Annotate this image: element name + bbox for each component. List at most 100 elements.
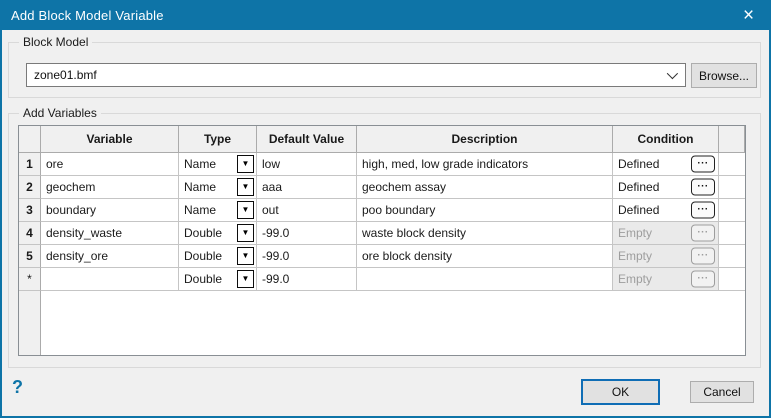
condition-cell: Empty ...	[613, 222, 719, 245]
block-model-label: Block Model	[19, 35, 92, 49]
condition-cell: Defined ...	[613, 199, 719, 222]
block-model-combo-value: zone01.bmf	[27, 68, 97, 82]
dialog-title: Add Block Model Variable	[0, 8, 164, 23]
row-number-cell[interactable]: *	[19, 268, 41, 291]
default-value-cell[interactable]: low	[257, 153, 357, 176]
row-number-cell[interactable]: 1	[19, 153, 41, 176]
type-dropdown-button[interactable]: ▼	[237, 224, 254, 242]
add-variables-label: Add Variables	[19, 106, 101, 120]
column-header-type: Type	[179, 126, 257, 153]
default-value-cell[interactable]: -99.0	[257, 222, 357, 245]
row-number-cell[interactable]: 2	[19, 176, 41, 199]
dropdown-arrow-icon: ▼	[242, 160, 250, 168]
condition-ellipsis-button[interactable]: ...	[691, 156, 715, 173]
condition-ellipsis-button[interactable]: ...	[691, 202, 715, 219]
default-value-cell[interactable]: -99.0	[257, 268, 357, 291]
column-header-condition: Condition	[613, 126, 719, 153]
type-value: Double	[184, 226, 222, 240]
description-cell[interactable]: waste block density	[357, 222, 613, 245]
default-value-cell[interactable]: out	[257, 199, 357, 222]
grid-rows: 1 ore Name ▼ low high, med, low grade in…	[19, 153, 745, 291]
grid-empty-area	[19, 291, 745, 355]
add-block-model-variable-dialog: Add Block Model Variable × Block Model z…	[0, 0, 771, 418]
table-row: 3 boundary Name ▼ out poo boundary Defin…	[19, 199, 745, 222]
description-cell[interactable]: geochem assay	[357, 176, 613, 199]
variable-cell[interactable]: density_waste	[41, 222, 179, 245]
condition-ellipsis-button: ...	[691, 248, 715, 265]
condition-cell: Defined ...	[613, 176, 719, 199]
variable-cell[interactable]: density_ore	[41, 245, 179, 268]
type-cell[interactable]: Double ▼	[179, 245, 257, 268]
description-cell[interactable]: ore block density	[357, 245, 613, 268]
grid-header-row: Variable Type Default Value Description …	[19, 126, 745, 153]
dropdown-arrow-icon: ▼	[242, 275, 250, 283]
condition-cell: Defined ...	[613, 153, 719, 176]
type-dropdown-button[interactable]: ▼	[237, 270, 254, 288]
variable-cell[interactable]: ore	[41, 153, 179, 176]
type-cell[interactable]: Double ▼	[179, 222, 257, 245]
type-cell[interactable]: Double ▼	[179, 268, 257, 291]
row-number-cell[interactable]: 3	[19, 199, 41, 222]
type-cell[interactable]: Name ▼	[179, 199, 257, 222]
cancel-button[interactable]: Cancel	[690, 381, 754, 403]
type-value: Name	[184, 157, 216, 171]
table-row: 1 ore Name ▼ low high, med, low grade in…	[19, 153, 745, 176]
condition-value: Defined	[618, 157, 659, 171]
description-cell[interactable]: poo boundary	[357, 199, 613, 222]
row-filler-cell	[719, 222, 745, 245]
table-row: 4 density_waste Double ▼ -99.0 waste blo…	[19, 222, 745, 245]
table-row: 2 geochem Name ▼ aaa geochem assay Defin…	[19, 176, 745, 199]
row-filler-cell	[719, 245, 745, 268]
column-header-variable: Variable	[41, 126, 179, 153]
dropdown-arrow-icon: ▼	[242, 183, 250, 191]
block-model-combo[interactable]: zone01.bmf	[26, 63, 686, 87]
type-dropdown-button[interactable]: ▼	[237, 178, 254, 196]
ok-button[interactable]: OK	[581, 379, 660, 405]
row-number-cell[interactable]: 5	[19, 245, 41, 268]
type-value: Double	[184, 249, 222, 263]
column-header-default-value: Default Value	[257, 126, 357, 153]
condition-value: Empty	[618, 226, 652, 240]
condition-ellipsis-button: ...	[691, 271, 715, 288]
type-cell[interactable]: Name ▼	[179, 153, 257, 176]
row-number-cell[interactable]: 4	[19, 222, 41, 245]
dropdown-arrow-icon: ▼	[242, 229, 250, 237]
type-value: Name	[184, 203, 216, 217]
variables-grid: Variable Type Default Value Description …	[18, 125, 746, 356]
row-filler-cell	[719, 199, 745, 222]
condition-cell: Empty ...	[613, 268, 719, 291]
description-cell[interactable]: high, med, low grade indicators	[357, 153, 613, 176]
table-row: * Double ▼ -99.0 Empty ...	[19, 268, 745, 291]
condition-value: Empty	[618, 272, 652, 286]
type-cell[interactable]: Name ▼	[179, 176, 257, 199]
dropdown-arrow-icon: ▼	[242, 252, 250, 260]
titlebar: Add Block Model Variable ×	[0, 0, 771, 30]
condition-cell: Empty ...	[613, 245, 719, 268]
row-filler-cell	[719, 268, 745, 291]
grid-empty-filler	[41, 291, 745, 355]
close-icon: ×	[743, 6, 754, 25]
default-value-cell[interactable]: -99.0	[257, 245, 357, 268]
condition-value: Defined	[618, 180, 659, 194]
variable-cell[interactable]: boundary	[41, 199, 179, 222]
condition-value: Defined	[618, 203, 659, 217]
row-filler-cell	[719, 153, 745, 176]
default-value-cell[interactable]: aaa	[257, 176, 357, 199]
condition-value: Empty	[618, 249, 652, 263]
type-dropdown-button[interactable]: ▼	[237, 247, 254, 265]
row-filler-cell	[719, 176, 745, 199]
type-dropdown-button[interactable]: ▼	[237, 201, 254, 219]
variable-cell[interactable]	[41, 268, 179, 291]
description-cell[interactable]	[357, 268, 613, 291]
condition-ellipsis-button: ...	[691, 225, 715, 242]
close-button[interactable]: ×	[726, 0, 771, 30]
dropdown-arrow-icon: ▼	[242, 206, 250, 214]
browse-button[interactable]: Browse...	[691, 63, 757, 88]
column-header-filler	[719, 126, 745, 153]
condition-ellipsis-button[interactable]: ...	[691, 179, 715, 196]
help-icon[interactable]: ?	[12, 377, 23, 398]
chevron-down-icon	[667, 68, 678, 79]
variable-cell[interactable]: geochem	[41, 176, 179, 199]
type-dropdown-button[interactable]: ▼	[237, 155, 254, 173]
column-header-description: Description	[357, 126, 613, 153]
